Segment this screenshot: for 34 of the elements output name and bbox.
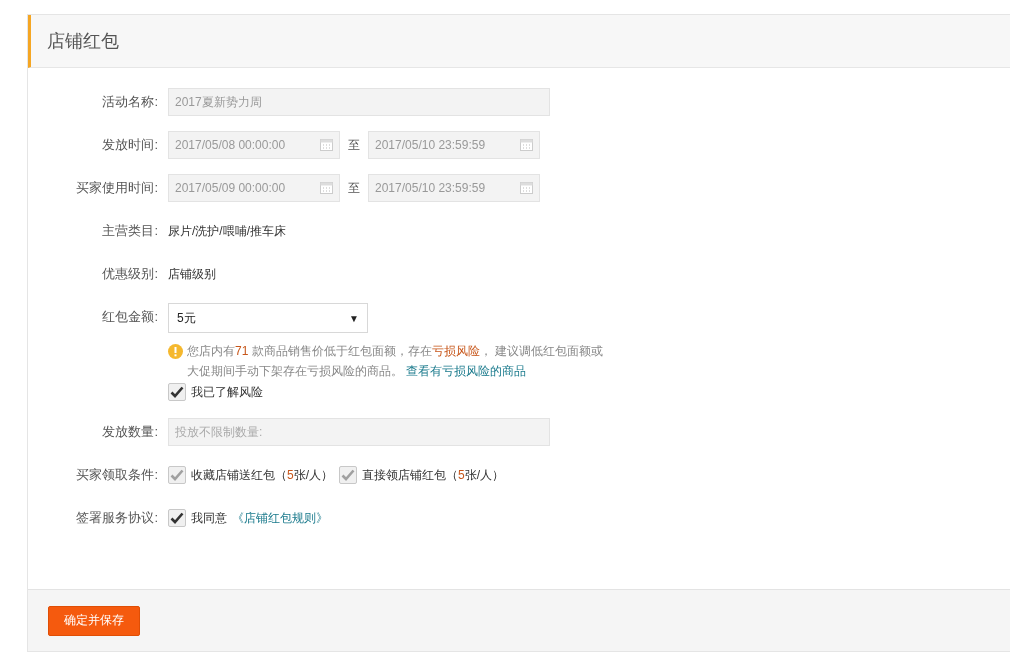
range-separator: 至	[348, 136, 360, 154]
checkbox-label: 我同意	[191, 509, 227, 527]
checkbox[interactable]	[168, 509, 186, 527]
risk-products-link[interactable]: 查看有亏损风险的商品	[406, 364, 527, 378]
field-label: 优惠级别:	[101, 265, 158, 283]
field-label: 签署服务协议:	[75, 509, 158, 527]
field-value: 店铺级别	[168, 265, 216, 283]
calendar-icon[interactable]	[320, 139, 333, 151]
date-field[interactable]: 2017/05/10 23:59:59	[368, 174, 540, 202]
checkbox-label: 直接领店铺红包（5张/人）	[362, 466, 505, 484]
date-field[interactable]: 2017/05/08 00:00:00	[168, 131, 340, 159]
calendar-icon[interactable]	[520, 139, 533, 151]
field-label: 主营类目:	[101, 222, 158, 240]
rules-link[interactable]: 《店铺红包规则》	[232, 509, 328, 527]
field-label: 活动名称:	[101, 93, 158, 111]
field-value: 尿片/洗护/喂哺/推车床	[168, 222, 286, 240]
panel-title: 店铺红包	[47, 30, 119, 53]
range-separator: 至	[348, 179, 360, 197]
field-label: 买家使用时间:	[75, 179, 158, 197]
field-label: 红包金额:	[101, 308, 158, 326]
date-field[interactable]: 2017/05/09 00:00:00	[168, 174, 340, 202]
save-button[interactable]: 确定并保存	[48, 605, 140, 636]
field-label: 发放时间:	[101, 136, 158, 154]
risk-warning-text: 您店内有71 款商品销售价低于红包面额，存在亏损风险， 建议调低红包面额或大促期间手动下架存在亏损风险的商品。 查看有亏损风险的商品	[187, 343, 605, 380]
checkbox[interactable]	[168, 383, 186, 401]
warning-icon	[168, 344, 183, 359]
amount-select[interactable]: 5元 ▼	[168, 303, 368, 333]
date-field[interactable]: 2017/05/10 23:59:59	[368, 131, 540, 159]
field-label: 发放数量:	[101, 423, 158, 441]
calendar-icon[interactable]	[320, 182, 333, 194]
checkbox-label: 收藏店铺送红包（5张/人）	[191, 466, 334, 484]
checkbox-label: 我已了解风险	[191, 383, 263, 401]
calendar-icon[interactable]	[520, 182, 533, 194]
field-label: 买家领取条件:	[75, 466, 158, 484]
